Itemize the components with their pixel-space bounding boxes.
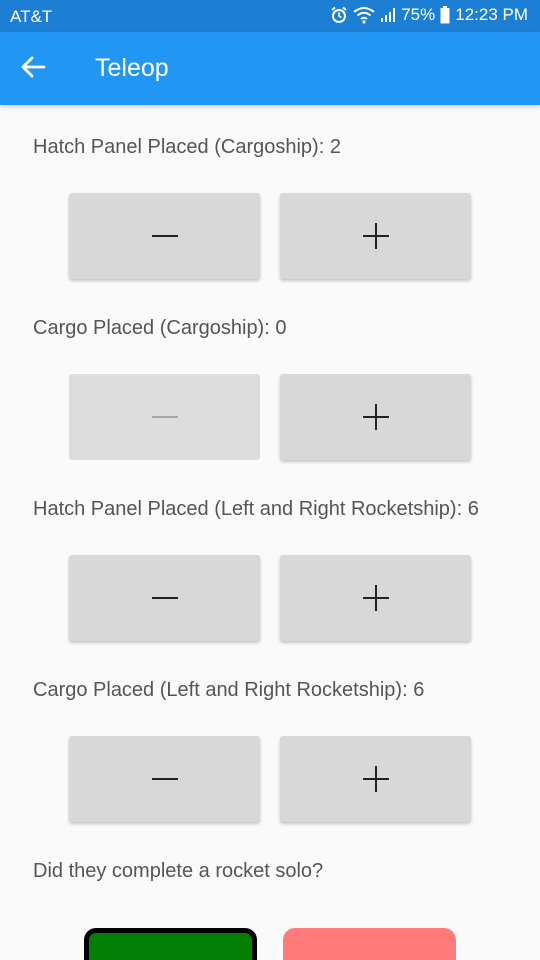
hatch-rocketship-count: 6 — [467, 498, 479, 520]
minus-icon — [151, 415, 178, 419]
cargo-rocketship-label: Cargo Placed (Left and Right Rocketship)… — [33, 679, 425, 701]
hatch-cargoship-label: Hatch Panel Placed (Cargoship): 2 — [33, 136, 341, 158]
cargo-rocketship-increment-button[interactable] — [280, 736, 471, 822]
plus-icon — [362, 585, 389, 611]
rocket-solo-yes-button[interactable] — [84, 928, 257, 960]
hatch-cargoship-decrement-button[interactable] — [69, 193, 260, 279]
cargo-cargoship-count: 0 — [275, 317, 287, 339]
plus-icon — [362, 223, 389, 249]
carrier-name: AT&T — [10, 7, 53, 26]
minus-icon — [151, 777, 178, 781]
back-button[interactable] — [18, 52, 54, 84]
arrow-left-icon — [18, 56, 54, 88]
cargo-cargoship-increment-button[interactable] — [280, 374, 471, 460]
app-bar: Teleop — [0, 32, 540, 105]
rocket-solo-no-button[interactable] — [283, 928, 456, 960]
signal-icon — [380, 7, 396, 23]
clock-time: 12:23 PM — [455, 5, 528, 24]
battery-icon — [440, 6, 450, 24]
minus-icon — [151, 234, 178, 238]
alarm-icon — [330, 6, 348, 24]
plus-icon — [362, 766, 389, 792]
hatch-rocketship-label: Hatch Panel Placed (Left and Right Rocke… — [33, 498, 479, 520]
wifi-icon — [353, 6, 375, 24]
plus-icon — [362, 404, 389, 430]
hatch-cargoship-count: 2 — [329, 136, 341, 158]
cargo-rocketship-count: 6 — [413, 679, 425, 701]
rocket-solo-question: Did they complete a rocket solo? — [33, 860, 324, 882]
hatch-rocketship-decrement-button[interactable] — [69, 555, 260, 641]
hatch-cargoship-increment-button[interactable] — [280, 193, 471, 279]
cargo-cargoship-label: Cargo Placed (Cargoship): 0 — [33, 317, 287, 339]
battery-percent: 75% — [401, 5, 436, 24]
hatch-rocketship-increment-button[interactable] — [280, 555, 471, 641]
page-title: Teleop — [95, 54, 169, 82]
status-bar: AT&T 75% 12:23 PM — [0, 0, 540, 32]
cargo-cargoship-decrement-button[interactable] — [69, 374, 260, 460]
minus-icon — [151, 596, 178, 600]
status-icons: 75% 12:23 PM — [330, 5, 528, 25]
cargo-rocketship-decrement-button[interactable] — [69, 736, 260, 822]
